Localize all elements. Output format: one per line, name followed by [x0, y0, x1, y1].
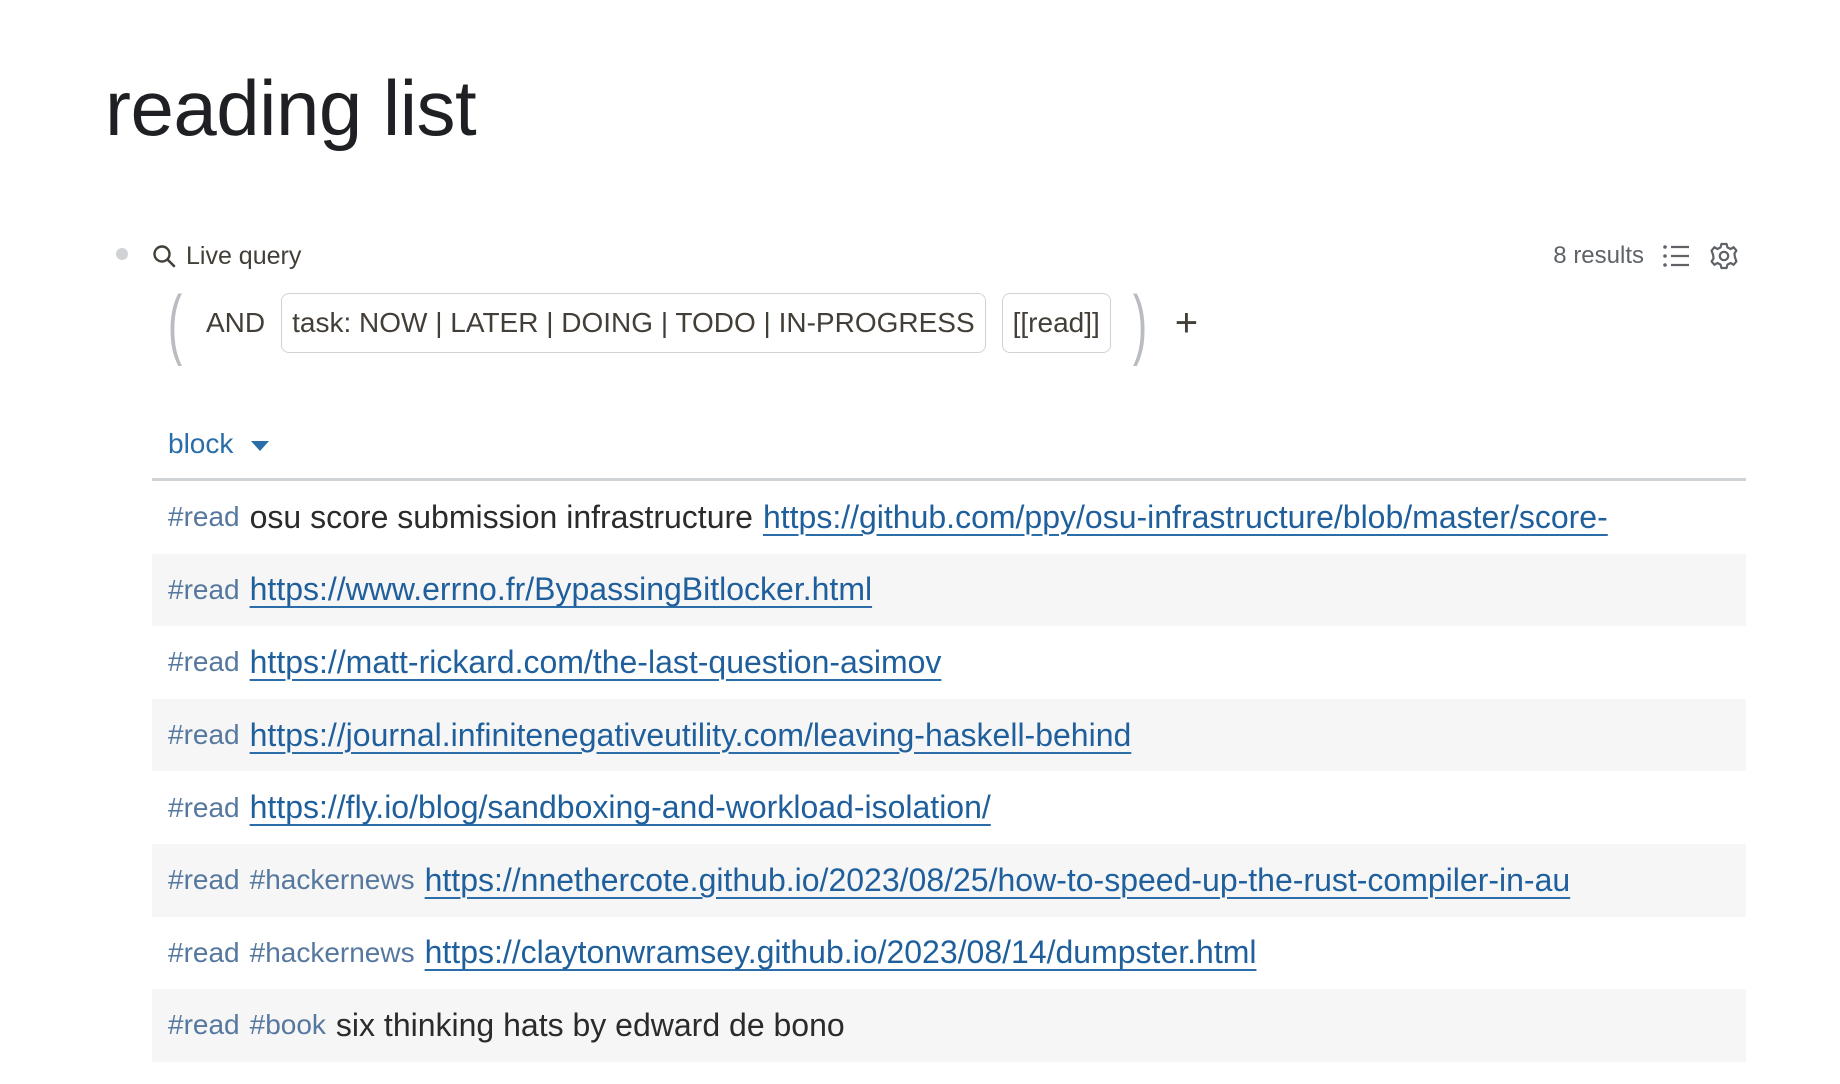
add-clause-button[interactable]: +: [1175, 303, 1198, 343]
results-count: 8 results: [1553, 242, 1644, 269]
block-text: osu score submission infrastructure: [249, 498, 753, 535]
column-header-label: block: [168, 428, 234, 459]
query-clause-task[interactable]: task: NOW | LATER | DOING | TODO | IN-PR…: [281, 293, 986, 353]
table-row[interactable]: #read https://matt-rickard.com/the-last-q…: [152, 626, 1746, 699]
external-link[interactable]: https://nnethercote.github.io/2023/08/25…: [425, 862, 1571, 899]
external-link[interactable]: https://matt-rickard.com/the-last-questi…: [250, 644, 942, 681]
tag-link[interactable]: #read: [168, 646, 240, 678]
table-row[interactable]: #read https://journal.infinitenegativeuti…: [152, 698, 1746, 772]
paren-open: (: [167, 279, 183, 367]
query-header: Live query 8 results: [150, 236, 1740, 276]
results-table-body: #read osu score submission infrastructure…: [152, 481, 1746, 1062]
query-operator[interactable]: AND: [206, 307, 265, 339]
external-link[interactable]: https://fly.io/blog/sandboxing-and-workl…: [250, 789, 991, 826]
caret-down-icon: [251, 441, 270, 451]
tag-link[interactable]: #read: [168, 937, 240, 969]
query-builder: ( AND task: NOW | LATER | DOING | TODO |…: [162, 279, 1198, 367]
live-query-label: Live query: [186, 241, 302, 270]
external-link[interactable]: https://github.com/ppy/osu-infrastructur…: [763, 499, 1608, 536]
tag-link[interactable]: #read: [168, 719, 240, 751]
page-title: reading list: [105, 64, 477, 152]
table-row[interactable]: #read https://fly.io/blog/sandboxing-and-…: [152, 771, 1746, 844]
external-link[interactable]: https://www.errno.fr/BypassingBitlocker.…: [250, 571, 872, 608]
column-header-block[interactable]: block: [168, 428, 270, 460]
query-controls: 8 results: [1553, 240, 1740, 272]
block-bullet[interactable]: [116, 248, 128, 260]
external-link[interactable]: https://journal.infinitenegativeutility.…: [250, 717, 1132, 754]
gear-icon[interactable]: [1708, 240, 1740, 272]
tag-link[interactable]: #hackernews: [250, 864, 415, 896]
table-row[interactable]: #read #hackernews https://nnethercote.gith…: [152, 843, 1746, 917]
block-text: six thinking hats by edward de bono: [335, 1006, 845, 1043]
external-link[interactable]: https://claytonwramsey.github.io/2023/08…: [425, 934, 1257, 971]
tag-link[interactable]: #book: [250, 1009, 326, 1041]
tag-link[interactable]: #read: [168, 501, 240, 533]
tag-link[interactable]: #read: [168, 574, 240, 606]
page: reading list Live query 8 results (AND …: [0, 0, 1840, 1084]
query-clause-page-ref[interactable]: [[read]]: [1001, 293, 1111, 353]
tag-link[interactable]: #read: [168, 1009, 240, 1041]
table-row[interactable]: #read osu score submission infrastructure…: [152, 481, 1746, 554]
table-row[interactable]: #read #hackernews https://claytonwramsey.g…: [152, 917, 1746, 990]
tag-link[interactable]: #hackernews: [250, 937, 415, 969]
search-icon: [150, 242, 178, 270]
paren-close: ): [1132, 279, 1147, 367]
tag-link[interactable]: #read: [168, 792, 240, 824]
table-row[interactable]: #read #book six thinking hats by edward de…: [152, 989, 1746, 1062]
tag-link[interactable]: #read: [168, 864, 240, 896]
list-icon[interactable]: [1660, 240, 1692, 272]
table-row[interactable]: #read https://www.errno.fr/BypassingBitlo…: [152, 553, 1746, 627]
results-table-header: block: [152, 410, 1746, 481]
